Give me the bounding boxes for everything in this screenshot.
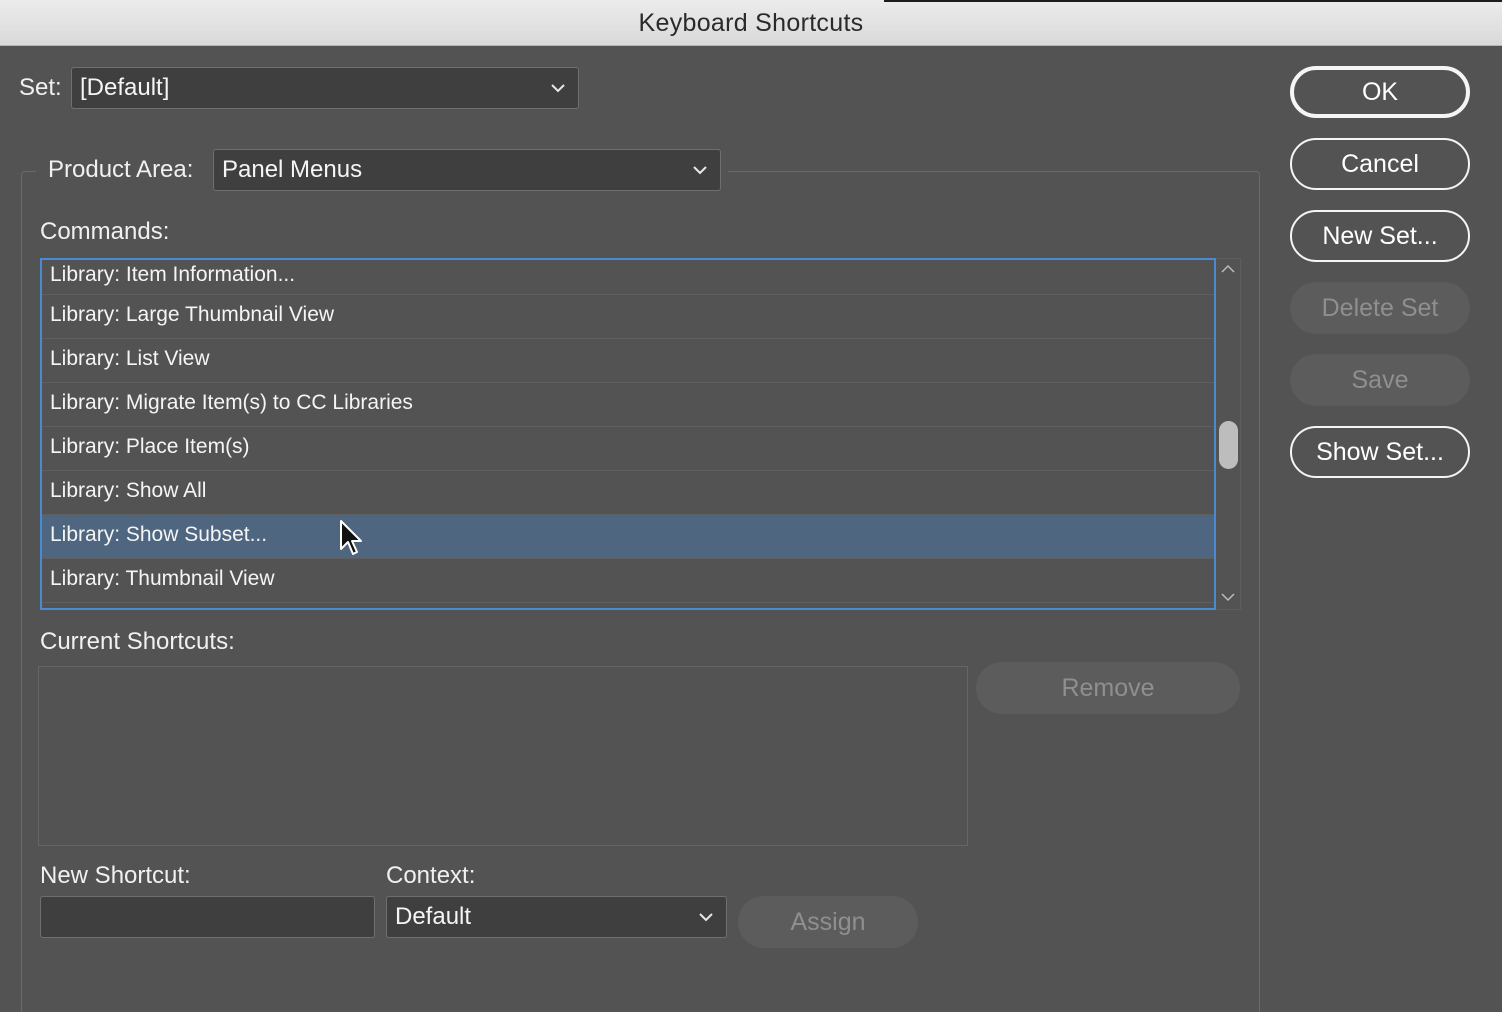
delete-set-button[interactable]: Delete Set (1290, 282, 1470, 334)
chevron-down-icon (551, 84, 565, 93)
mouse-cursor-icon (340, 520, 362, 555)
set-dropdown-value: [Default] (80, 74, 170, 101)
title-bar-edge (884, 0, 1502, 2)
current-shortcuts-list[interactable] (38, 666, 968, 846)
window-title: Keyboard Shortcuts (638, 9, 864, 37)
list-item[interactable]: Library: Large Thumbnail View (42, 295, 1214, 339)
scrollbar-thumb[interactable] (1219, 421, 1238, 469)
context-label: Context: (386, 862, 476, 889)
save-button[interactable]: Save (1290, 354, 1470, 406)
scroll-up-icon[interactable] (1220, 263, 1236, 275)
ok-button[interactable]: OK (1290, 66, 1470, 118)
chevron-down-icon (693, 166, 707, 175)
list-item-selected[interactable]: Library: Show Subset... (42, 515, 1214, 559)
product-area-dropdown[interactable]: Panel Menus (213, 149, 721, 191)
set-dropdown[interactable]: [Default] (71, 67, 579, 109)
set-label: Set: (19, 74, 62, 101)
commands-label: Commands: (40, 218, 170, 245)
context-value: Default (395, 903, 472, 930)
product-area-value: Panel Menus (222, 156, 363, 183)
new-shortcut-input[interactable] (40, 896, 375, 938)
list-item[interactable]: Library: Migrate Item(s) to CC Libraries (42, 383, 1214, 427)
chevron-down-icon (699, 913, 713, 922)
list-item[interactable]: Library: Item Information... (42, 260, 1214, 295)
list-item[interactable]: Library: Place Item(s) (42, 427, 1214, 471)
show-set-button[interactable]: Show Set... (1290, 426, 1470, 478)
remove-button[interactable]: Remove (976, 662, 1240, 714)
new-shortcut-label: New Shortcut: (40, 862, 191, 889)
new-set-button[interactable]: New Set... (1290, 210, 1470, 262)
context-dropdown[interactable]: Default (386, 896, 727, 938)
current-shortcuts-label: Current Shortcuts: (40, 628, 235, 655)
title-bar: Keyboard Shortcuts (0, 0, 1502, 46)
product-area-label: Product Area: (48, 156, 194, 183)
list-item[interactable]: Library: List View (42, 339, 1214, 383)
assign-button[interactable]: Assign (738, 896, 918, 948)
commands-list[interactable]: Library: Item Information... Library: La… (40, 258, 1216, 610)
list-item[interactable]: Library: Show All (42, 471, 1214, 515)
list-item[interactable]: Library: Thumbnail View (42, 559, 1214, 603)
scroll-down-icon[interactable] (1220, 591, 1236, 603)
cancel-button[interactable]: Cancel (1290, 138, 1470, 190)
